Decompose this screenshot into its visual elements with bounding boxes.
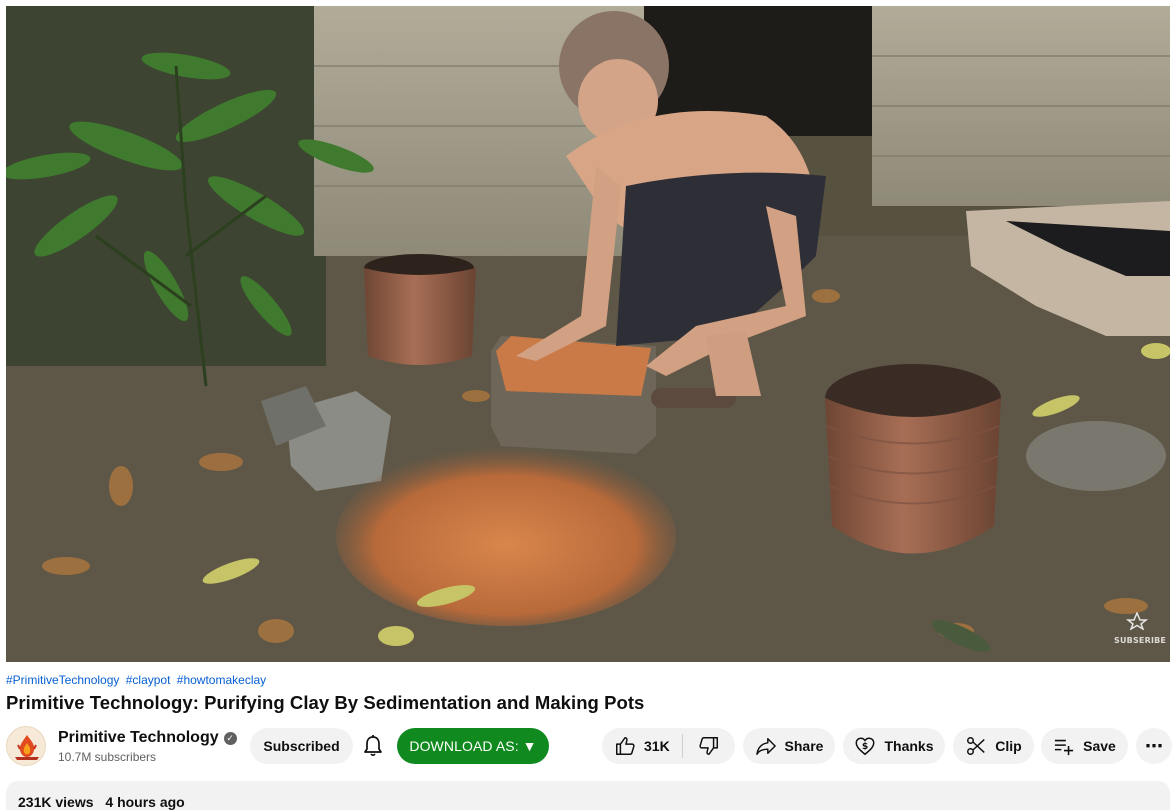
hashtag-link[interactable]: #claypot xyxy=(126,673,171,687)
hashtag-link[interactable]: #howtomakeclay xyxy=(177,673,266,687)
bell-icon[interactable] xyxy=(362,734,384,758)
save-label: Save xyxy=(1083,738,1116,754)
channel-name-row[interactable]: Primitive Technology ✓ xyxy=(58,729,237,747)
view-count: 231K views xyxy=(18,794,94,810)
share-label: Share xyxy=(784,738,824,754)
clip-button[interactable]: Clip xyxy=(953,728,1034,764)
more-actions-button[interactable]: ⋯ xyxy=(1136,728,1172,764)
hashtag-link[interactable]: #PrimitiveTechnology xyxy=(6,673,119,687)
like-count: 31K xyxy=(644,738,670,754)
share-button[interactable]: Share xyxy=(743,728,835,764)
subscribe-watermark[interactable]: SUBSERIBE xyxy=(1114,611,1167,652)
watermark-logo-icon xyxy=(1125,611,1149,631)
share-arrow-icon xyxy=(755,738,776,755)
channel-avatar[interactable] xyxy=(6,726,46,766)
video-player[interactable]: SUBSERIBE xyxy=(6,6,1170,662)
subscribed-button[interactable]: Subscribed xyxy=(250,728,353,764)
check-badge-icon: ✓ xyxy=(223,731,237,745)
save-button[interactable]: Save xyxy=(1041,728,1128,764)
upload-age: 4 hours ago xyxy=(105,794,185,810)
thumbs-down-icon xyxy=(699,737,718,755)
fire-logo-icon xyxy=(15,735,39,760)
watermark-text: SUBSERIBE xyxy=(1114,636,1167,645)
scissors-icon xyxy=(967,737,986,755)
thanks-button[interactable]: $ Thanks xyxy=(843,728,945,764)
hashtag-list: #PrimitiveTechnology #claypot #howtomake… xyxy=(6,673,269,687)
like-button[interactable]: 31K xyxy=(602,728,682,764)
heart-dollar-icon: $ xyxy=(856,737,875,756)
thumbs-up-icon xyxy=(616,737,635,755)
dislike-button[interactable] xyxy=(683,728,735,764)
thanks-label: Thanks xyxy=(884,738,934,754)
download-button[interactable]: DOWNLOAD AS: ▼ xyxy=(397,728,549,764)
video-frame xyxy=(6,6,1170,662)
like-dislike-group: 31K xyxy=(602,728,735,764)
subscriber-count: 10.7M subscribers xyxy=(58,750,157,764)
channel-name[interactable]: Primitive Technology xyxy=(58,729,219,747)
svg-text:$: $ xyxy=(862,741,868,752)
video-stats: 231K views 4 hours ago xyxy=(18,794,193,810)
description-box[interactable]: 231K views 4 hours ago xyxy=(6,781,1170,810)
video-title: Primitive Technology: Purifying Clay By … xyxy=(6,692,645,713)
playlist-add-icon xyxy=(1055,739,1074,756)
clip-label: Clip xyxy=(995,738,1022,754)
